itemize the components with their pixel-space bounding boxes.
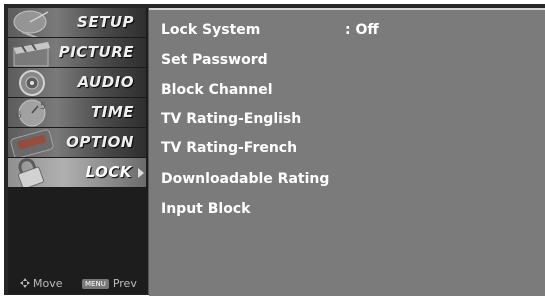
- option-tv-rating-english[interactable]: TV Rating-English: [161, 111, 301, 127]
- move-arrows-icon: [20, 278, 30, 288]
- move-hint: Move: [20, 277, 63, 290]
- option-lock-system[interactable]: Lock System: [161, 22, 260, 38]
- satellite-dish-icon: [13, 10, 49, 37]
- menu-item-lock[interactable]: LOCK: [8, 158, 146, 188]
- prev-hint: MENU Prev: [82, 277, 137, 290]
- menu-label-setup: SETUP: [77, 13, 134, 31]
- option-tv-rating-french[interactable]: TV Rating-French: [161, 140, 297, 156]
- move-label: Move: [33, 277, 63, 290]
- menu-item-setup[interactable]: SETUP: [8, 8, 146, 38]
- prev-label: Prev: [112, 277, 137, 290]
- option-input-block[interactable]: Input Block: [161, 201, 250, 217]
- menu-label-audio: AUDIO: [77, 73, 134, 91]
- menu-key-badge: MENU: [82, 279, 109, 289]
- menu-item-option[interactable]: OPTION: [8, 128, 146, 158]
- menu-label-lock: LOCK: [85, 163, 132, 181]
- menu-item-time[interactable]: 6 5 TIME: [8, 98, 146, 128]
- menu-item-picture[interactable]: PICTURE: [8, 38, 146, 68]
- lock-system-value: : Off: [345, 22, 379, 38]
- main-menu-sidebar: SETUP PICTURE AUDIO 6 5 TIME OPTION LOCK…: [8, 8, 149, 294]
- menu-label-option: OPTION: [66, 133, 134, 151]
- option-downloadable-rating[interactable]: Downloadable Rating: [161, 171, 329, 187]
- option-block-channel[interactable]: Block Channel: [161, 82, 273, 98]
- svg-text:6: 6: [16, 111, 22, 121]
- menu-label-time: TIME: [91, 103, 134, 121]
- svg-text:5: 5: [40, 102, 46, 112]
- footer-hints: Move MENU Prev: [16, 272, 154, 296]
- option-icon: [10, 129, 54, 157]
- osd-screen: SETUP PICTURE AUDIO 6 5 TIME OPTION LOCK…: [0, 0, 545, 297]
- padlock-icon: [17, 158, 45, 187]
- right-arrow-icon: [138, 168, 144, 178]
- speaker-icon: [19, 70, 45, 96]
- menu-label-picture: PICTURE: [58, 43, 134, 61]
- clock-icon: 6 5: [16, 99, 46, 127]
- option-set-password[interactable]: Set Password: [161, 52, 268, 68]
- lock-options-panel: Lock System : Off Set Password Block Cha…: [149, 8, 545, 296]
- menu-item-audio[interactable]: AUDIO: [8, 68, 146, 98]
